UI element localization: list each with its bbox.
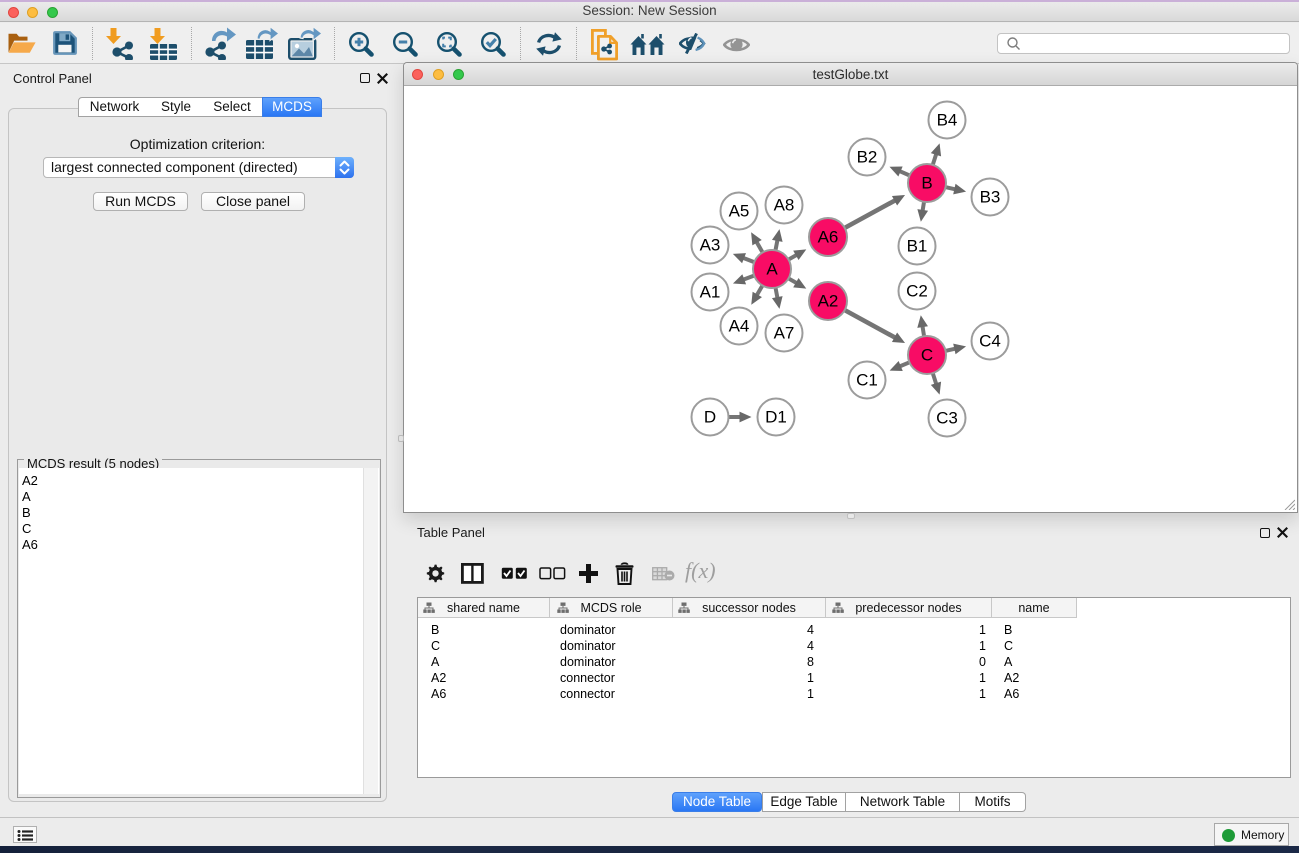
svg-text:B1: B1 (907, 237, 928, 256)
svg-text:C1: C1 (856, 371, 878, 390)
svg-text:B2: B2 (857, 148, 878, 167)
svg-text:A8: A8 (774, 196, 795, 215)
svg-text:D1: D1 (765, 408, 787, 427)
svg-text:B: B (921, 174, 932, 193)
svg-text:A2: A2 (818, 292, 839, 311)
svg-text:D: D (704, 408, 716, 427)
svg-text:A5: A5 (729, 202, 750, 221)
svg-text:B3: B3 (980, 188, 1001, 207)
svg-text:A3: A3 (700, 236, 721, 255)
svg-text:A7: A7 (774, 324, 795, 343)
svg-text:A: A (766, 260, 778, 279)
svg-text:B4: B4 (937, 111, 958, 130)
svg-text:C4: C4 (979, 332, 1001, 351)
svg-text:C2: C2 (906, 282, 928, 301)
svg-text:C: C (921, 346, 933, 365)
svg-text:A6: A6 (818, 228, 839, 247)
svg-text:C3: C3 (936, 409, 958, 428)
svg-text:A4: A4 (729, 317, 750, 336)
svg-text:A1: A1 (700, 283, 721, 302)
